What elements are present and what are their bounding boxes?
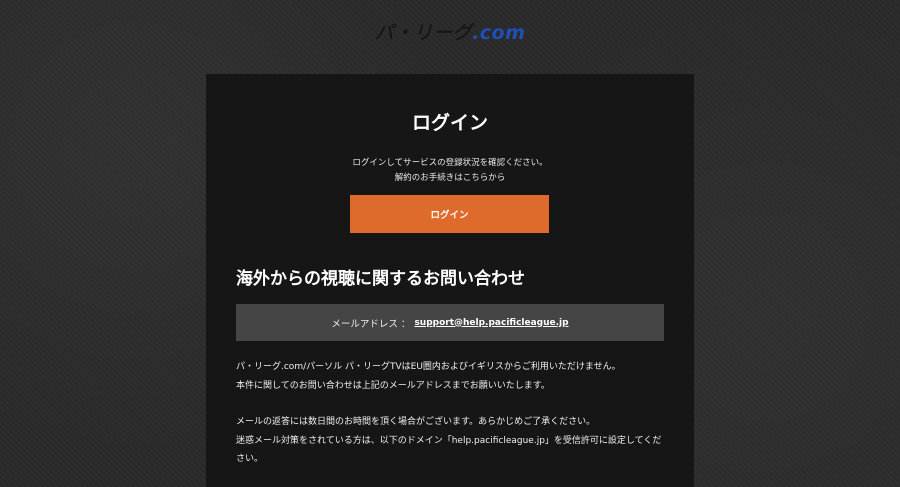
inquiry-paragraph-2-line-1: メールの返答には数日間のお時間を頂く場合がございます。あらかじめご了承ください。 <box>236 417 596 427</box>
inquiry-body: パ・リーグ.com/パーソル パ・リーグTVはEU圏内およびイギリスからご利用い… <box>236 358 668 469</box>
login-description: ログインしてサービスの登録状況を確認ください。 解約のお手続きはこちらから <box>206 156 694 186</box>
support-email-link[interactable]: support@help.pacificleague.jp <box>414 318 568 328</box>
login-heading: ログイン <box>411 112 488 134</box>
login-description-line-1: ログインしてサービスの登録状況を確認ください。 <box>352 158 548 168</box>
logo-main-text: パ・リーグ <box>374 22 473 44</box>
login-button[interactable]: ログイン <box>350 195 549 233</box>
inquiry-paragraph-1-line-1: パ・リーグ.com/パーソル パ・リーグTVはEU圏内およびイギリスからご利用い… <box>236 362 621 372</box>
content-card: ログイン ログインしてサービスの登録状況を確認ください。 解約のお手続きはこちら… <box>206 74 694 487</box>
site-logo[interactable]: パ・リーグ.com <box>0 18 900 45</box>
inquiry-paragraph-1-line-2: 本件に関してのお問い合わせは上記のメールアドレスまでお願いいたします。 <box>236 380 550 391</box>
email-label: メールアドレス ： <box>331 318 411 330</box>
logo-domain-text: .com <box>472 22 526 44</box>
inquiry-paragraph-2-line-2: 迷惑メール対策をされている方は、以下のドメイン「help.pacificleag… <box>236 435 662 465</box>
login-description-line-2: 解約のお手続きはこちらから <box>394 173 506 183</box>
contact-email-box: メールアドレス ： support@help.pacificleague.jp <box>236 304 664 341</box>
inquiry-heading: 海外からの視聴に関するお問い合わせ <box>236 269 525 289</box>
